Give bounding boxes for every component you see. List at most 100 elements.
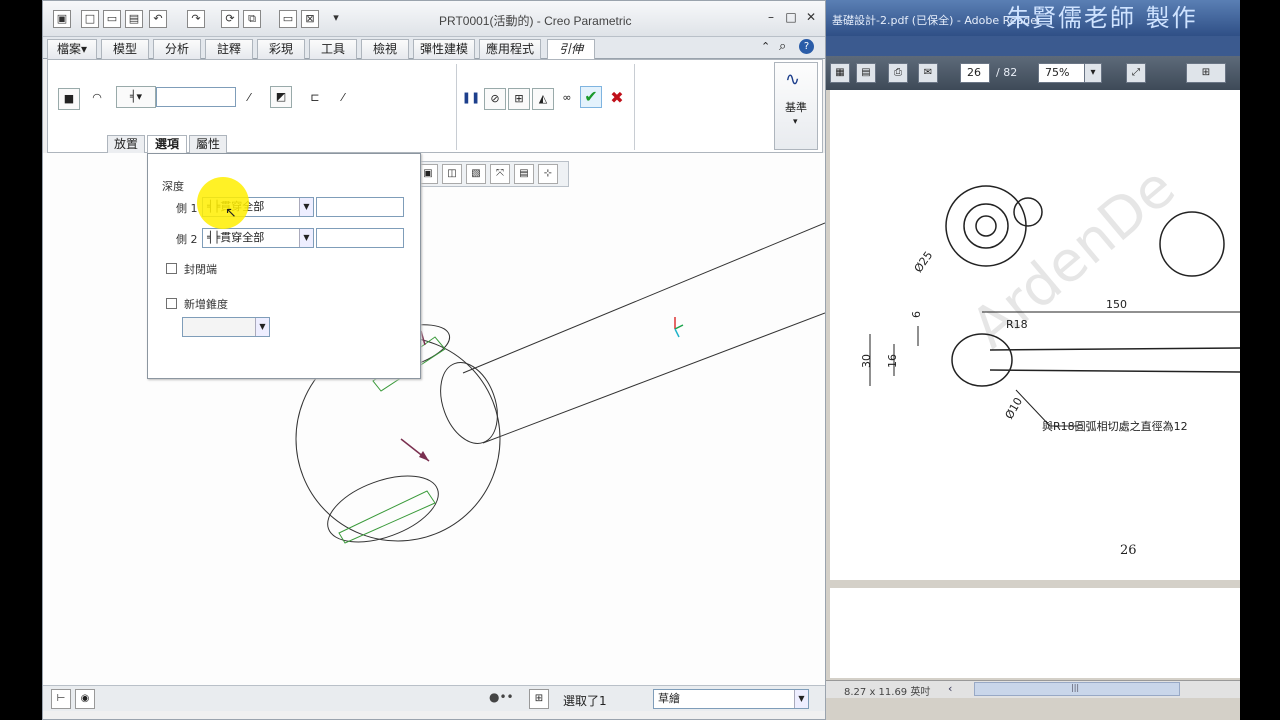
save-icon[interactable]: ▤ (125, 10, 143, 28)
subtab-label: 屬性 (195, 137, 220, 151)
customize-qat-icon[interactable]: ▾ (327, 10, 345, 28)
cancel-x-icon[interactable]: ✖ (606, 88, 628, 110)
repaint-icon[interactable]: ◫ (442, 164, 462, 184)
surface-icon[interactable]: ◠ (86, 88, 108, 110)
mouse-pointer-icon: ↖ (225, 205, 237, 221)
flip-direction-icon[interactable]: ⁄ (238, 88, 260, 110)
tab-label: 應用程式 (485, 42, 534, 56)
print-icon[interactable]: ⎙ (888, 63, 908, 83)
tab-extrude[interactable]: 引伸 (547, 39, 595, 59)
datum-label: 基準 (785, 101, 807, 114)
side2-depth-field[interactable] (316, 228, 404, 248)
tab-applications[interactable]: 應用程式 (479, 39, 541, 59)
datum-button[interactable]: ∿ 基準 ▾ (774, 62, 818, 150)
undo-icon[interactable]: ↶ (149, 10, 167, 28)
verify-icon[interactable]: ◭ (532, 88, 554, 110)
page-size: 8.27 x 11.69 英吋 (844, 687, 931, 698)
glasses-icon[interactable]: ∞ (556, 88, 578, 110)
dim-150: 150 (1106, 298, 1127, 311)
dim-phi10: Ø10 (1003, 395, 1026, 421)
maximize-icon[interactable]: □ (783, 10, 799, 26)
open-file-icon[interactable]: ▭ (103, 10, 121, 28)
tab-annotate[interactable]: 註釋 (205, 39, 253, 59)
windows-icon[interactable]: ⧉ (243, 10, 261, 28)
separator (634, 64, 635, 150)
taper-angle-select[interactable]: ▼ (182, 317, 270, 337)
capped-ends-checkbox[interactable] (166, 263, 177, 274)
chevron-down-icon: ▼ (794, 690, 808, 708)
tab-render[interactable]: 彩現 (257, 39, 305, 59)
selection-dots-icon[interactable]: ●•• (489, 690, 514, 704)
tab-view[interactable]: 檢視 (361, 39, 409, 59)
regenerate-icon[interactable]: ⟳ (221, 10, 239, 28)
close-icon[interactable]: ✕ (803, 10, 819, 26)
scroll-grip-icon: ||| (1071, 683, 1080, 692)
side1-depth-field[interactable] (316, 197, 404, 217)
model-tree-icon[interactable]: ⊢ (51, 689, 71, 709)
ok-check-icon[interactable]: ✔ (580, 86, 602, 108)
page-total: / 82 (996, 66, 1018, 79)
flip-thicken-icon[interactable]: ⁄ (332, 88, 354, 110)
tab-flexible-modeling[interactable]: 彈性建模 (413, 39, 475, 59)
chevron-down-icon[interactable]: ▾ (1084, 63, 1102, 83)
redo-icon[interactable]: ↷ (187, 10, 205, 28)
remove-material-icon[interactable]: ◩ (270, 86, 292, 108)
chevron-down-icon: ▾ (80, 42, 88, 56)
reader-toolbar: ▦ ▤ ⎙ ✉ 26 / 82 75% ▾ ⤢ ⊞ (826, 56, 1240, 90)
horizontal-scrollbar[interactable]: ||| (974, 682, 1180, 696)
help-icon[interactable]: ? (799, 39, 814, 54)
subtab-options[interactable]: 選項 (147, 135, 187, 153)
create-pdf-icon[interactable]: ▦ (830, 63, 850, 83)
tools-icon[interactable]: ⊞ (1186, 63, 1226, 83)
tab-analysis[interactable]: 分析 (153, 39, 201, 59)
browser-icon[interactable]: ◉ (75, 689, 95, 709)
tab-file[interactable]: 檔案▾ (47, 39, 97, 59)
display-style-icon[interactable]: ▧ (466, 164, 486, 184)
pause-icon[interactable]: ❚❚ (460, 88, 482, 110)
window-title: PRT0001(活動的) - Creo Parametric (439, 14, 632, 28)
new-file-icon[interactable]: □ (81, 10, 99, 28)
preview-icon[interactable]: ⊞ (508, 88, 530, 110)
tab-model[interactable]: 模型 (101, 39, 149, 59)
fit-page-icon[interactable]: ⤢ (1126, 63, 1146, 83)
tab-label: 分析 (164, 42, 189, 56)
close-window-icon[interactable]: ⊠ (301, 10, 319, 28)
thicken-icon[interactable]: ⊏ (304, 88, 326, 110)
depth-value-field[interactable] (156, 87, 236, 107)
selection-filter-select[interactable]: 草繪 ▼ (653, 689, 809, 709)
depth-heading: 深度 (162, 180, 184, 193)
subtab-label: 放置 (113, 137, 138, 151)
teacher-caption: 朱賢儒老師 製作 (1006, 4, 1198, 32)
depth-option-dropdown[interactable]: ╡▾ (116, 86, 156, 108)
refit-icon[interactable]: ▣ (418, 164, 438, 184)
save-icon[interactable]: ▤ (856, 63, 876, 83)
page-number-input[interactable]: 26 (960, 63, 990, 83)
side2-depth-select[interactable]: ╡╞貫穿全部 ▼ (202, 228, 314, 248)
binoculars-icon[interactable]: ⊞ (529, 689, 549, 709)
selection-filter-value: 草繪 (658, 692, 680, 705)
pdf-next-page[interactable] (830, 588, 1240, 678)
search-icon[interactable]: ⌕ (779, 39, 786, 54)
no-preview-icon[interactable]: ⊘ (484, 88, 506, 110)
spin-center-icon[interactable]: ⊹ (538, 164, 558, 184)
minimize-icon[interactable]: – (763, 10, 779, 26)
tab-label: 註釋 (216, 42, 241, 56)
collapse-ribbon-icon[interactable]: ⌃ (761, 40, 770, 53)
screen-border (1240, 0, 1280, 720)
chevron-down-icon: ▾ (793, 117, 798, 127)
solid-icon[interactable]: ■ (58, 88, 80, 110)
saved-orientations-icon[interactable]: ▤ (514, 164, 534, 184)
subtab-placement[interactable]: 放置 (107, 135, 145, 153)
side2-label: 側 2 (176, 233, 198, 246)
app-icon[interactable]: ▣ (53, 10, 71, 28)
side1-label: 側 1 (176, 202, 198, 215)
pdf-page[interactable]: ArdenDe 150 R18 Ø25 30 16 6 Ø10 與R18圓弧相切… (830, 90, 1241, 580)
email-icon[interactable]: ✉ (918, 63, 938, 83)
folder-icon[interactable]: ▭ (279, 10, 297, 28)
tab-tools[interactable]: 工具 (309, 39, 357, 59)
datum-display-icon[interactable]: ⤧ (490, 164, 510, 184)
chevron-left-icon[interactable]: ‹ (948, 682, 952, 695)
through-all-icon: ╡╞ (207, 231, 221, 244)
subtab-properties[interactable]: 屬性 (189, 135, 227, 153)
add-taper-checkbox[interactable] (166, 298, 177, 309)
